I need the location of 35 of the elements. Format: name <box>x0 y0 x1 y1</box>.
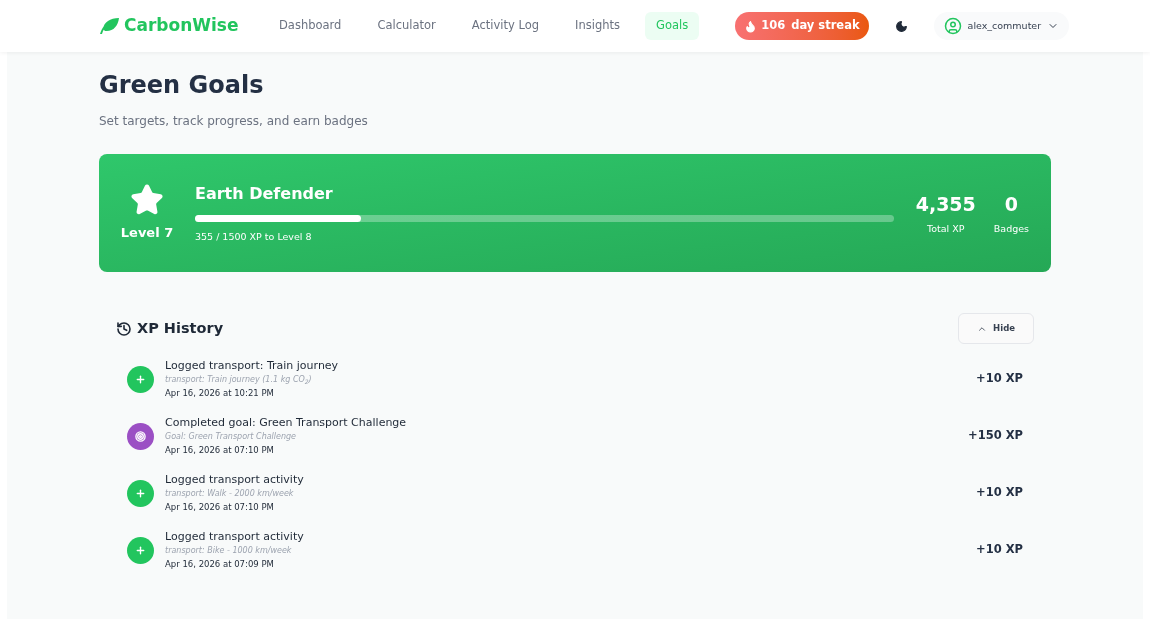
stat-value: 0 <box>1004 191 1018 217</box>
level-label: Level 7 <box>120 224 174 243</box>
streak-label: day streak <box>791 17 860 35</box>
history-detail: transport: Walk - 2000 km/week <box>165 488 295 500</box>
stat-label: Total XP <box>927 222 965 237</box>
section-title: XP History <box>137 318 224 338</box>
nav-link[interactable]: Insights <box>564 12 631 40</box>
level-title: Earth Defender <box>195 182 334 205</box>
history-time: Apr 16, 2026 at 07:10 PM <box>165 444 275 457</box>
page-title: Green Goals <box>99 70 265 100</box>
history-time: Apr 16, 2026 at 07:10 PM <box>165 501 275 514</box>
history-time: Apr 16, 2026 at 10:21 PM <box>165 387 275 400</box>
history-detail: Goal: Green Transport Challenge <box>165 431 298 443</box>
user-menu[interactable]: alex_commuter <box>933 12 1070 40</box>
stat-label: Badges <box>993 222 1029 237</box>
xp-amount: +10 XP <box>976 370 1023 388</box>
streak-count: 106 <box>761 17 786 35</box>
xp-amount: +10 XP <box>976 484 1023 502</box>
progress-text: 355 / 1500 XP to Level 8 <box>195 229 313 244</box>
nav-link[interactable]: Calculator <box>366 12 447 40</box>
history-title: Logged transport activity <box>165 472 305 487</box>
xp-amount: +10 XP <box>976 541 1023 559</box>
page-subtitle: Set targets, track progress, and earn badges <box>99 113 369 130</box>
xp-amount: +150 XP <box>968 427 1023 445</box>
hide-button[interactable]: Hide <box>958 313 1034 344</box>
nav-link[interactable]: Dashboard <box>268 12 353 40</box>
history-detail: transport: Bike - 1000 km/week <box>165 545 293 557</box>
nav-link[interactable]: Activity Log <box>460 12 550 40</box>
stat-value: 4,355 <box>915 191 976 217</box>
history-time: Apr 16, 2026 at 07:09 PM <box>165 558 275 571</box>
history-detail: transport: Train journey (1.1 kg CO$_{2}$) <box>165 374 313 386</box>
streak-badge[interactable]: 106 day streak <box>735 12 869 40</box>
history-title: Logged transport activity <box>165 529 305 544</box>
history-title: Logged transport: Train journey <box>165 358 340 373</box>
history-title: Completed goal: Green Transport Challenge <box>165 415 408 430</box>
